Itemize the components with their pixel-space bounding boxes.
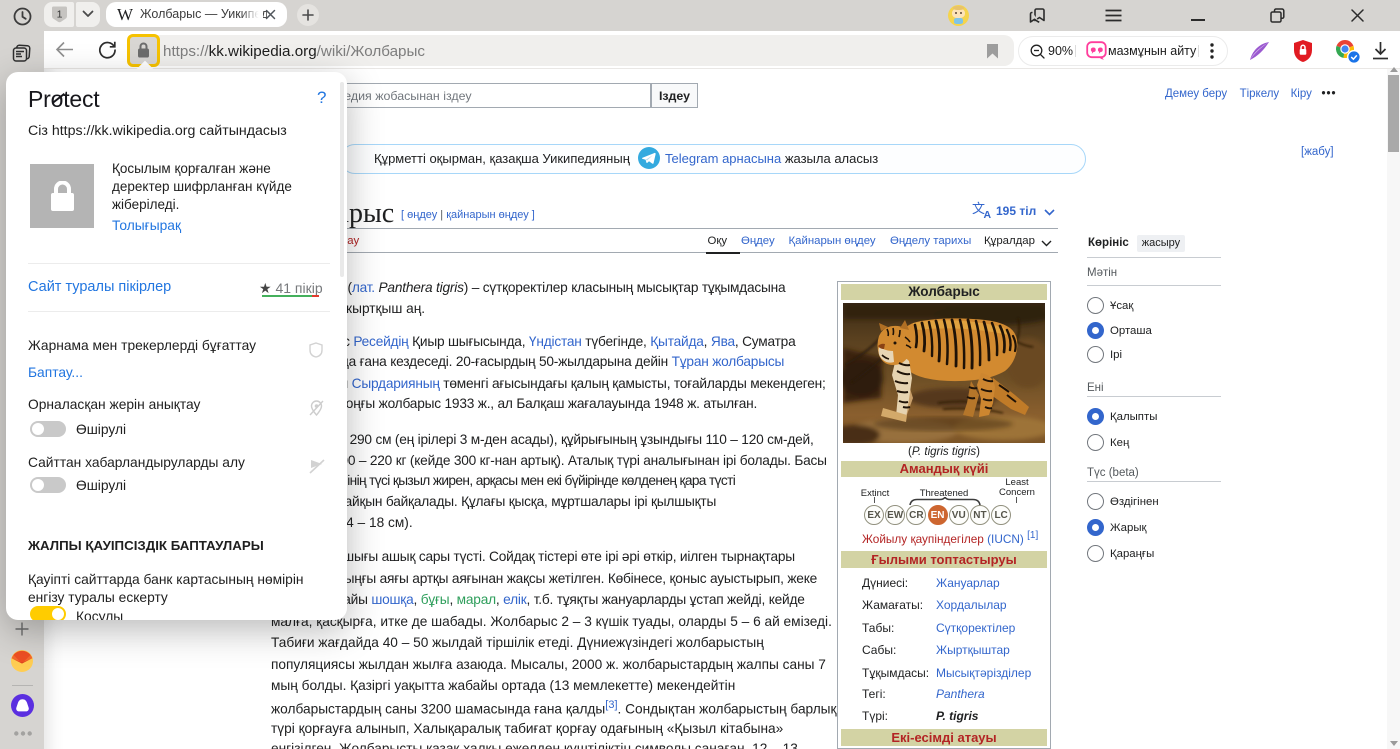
svg-text:1: 1 <box>57 9 63 21</box>
svg-text:A: A <box>984 209 992 219</box>
